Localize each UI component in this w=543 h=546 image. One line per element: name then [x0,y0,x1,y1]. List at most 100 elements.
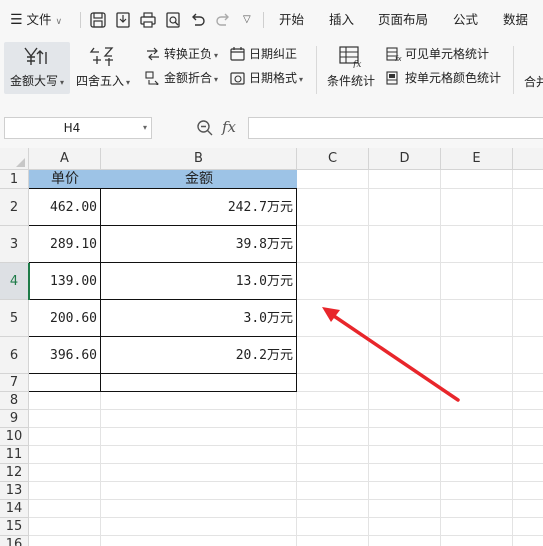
caret-down-icon: ▾ [214,51,219,60]
amount-fold-label: 金额折合 [164,71,213,85]
redo-icon[interactable] [214,11,232,29]
formula-bar: H4 ▾ fx [0,108,543,148]
row-header-5[interactable]: 5 [0,300,29,337]
cell-b2[interactable]: 242.7万元 [101,189,297,226]
row-header-1[interactable]: 1 [0,170,29,189]
cell-a1[interactable]: 单价 [29,170,101,189]
column-header-c[interactable]: C [297,148,369,170]
row-header-15[interactable]: 15 [0,518,29,536]
round-label: 四舍五入 [75,74,124,88]
table-border [296,188,297,392]
merge-button[interactable]: 合并 [524,72,543,92]
row-header-7[interactable]: 7 [0,374,29,392]
conditional-stats-button[interactable]: fx 条件统计 [324,42,378,94]
cell-a6[interactable]: 396.60 [29,337,101,374]
amount-uppercase-button[interactable]: 金额大写 ▾ [4,42,70,94]
date-format-label: 日期格式 [249,71,298,85]
cell-a3[interactable]: 289.10 [29,226,101,263]
cell-b4[interactable]: 13.0万元 [101,263,297,300]
round-icon [89,47,114,66]
row-header-8[interactable]: 8 [0,392,29,410]
table-border [29,373,297,374]
row-header-6[interactable]: 6 [0,337,29,374]
file-menu[interactable]: ☰ 文件 ∨ [10,0,62,40]
formula-input[interactable] [248,117,543,139]
select-all-corner[interactable] [0,148,29,170]
tab-data[interactable]: 数据 [503,0,528,40]
color-stats-icon [386,71,398,85]
amount-uppercase-icon [24,47,47,65]
quick-access-more-icon[interactable]: ▽ [243,0,251,40]
caret-down-icon: ▾ [60,78,65,87]
row-header-10[interactable]: 10 [0,428,29,446]
conditional-stats-icon: fx [339,46,361,68]
visible-cell-stats-button[interactable]: fx 可见单元格统计 [386,44,489,64]
calendar-clock-icon [230,72,245,85]
tab-formulas[interactable]: 公式 [453,0,478,40]
caret-down-icon: ▾ [126,78,131,87]
name-box-value: H4 [63,121,81,135]
svg-text:fx: fx [395,55,402,61]
table-border [100,188,101,392]
cell-a2[interactable]: 462.00 [29,189,101,226]
row-header-3[interactable]: 3 [0,226,29,263]
cell-b1[interactable]: 金额 [101,170,297,189]
name-box[interactable]: H4 ▾ [4,117,152,139]
save-icon[interactable] [89,11,107,29]
convert-sign-button[interactable]: 转换正负 ▾ [145,44,218,64]
hamburger-icon: ☰ [10,12,23,28]
date-format-button[interactable]: 日期格式 ▾ [230,68,303,88]
color-stats-button[interactable]: 按单元格颜色统计 [386,68,501,88]
row-header-11[interactable]: 11 [0,446,29,464]
visible-stats-icon: fx [386,47,402,63]
convert-sign-label: 转换正负 [164,47,213,61]
column-header-d[interactable]: D [369,148,441,170]
ribbon: 金额大写 ▾ 四舍五入 ▾ 转换正负 ▾ 日期纠正 金额折合 ▾ 日期格式 ▾ fx 条件… [0,40,543,108]
column-header-b[interactable]: B [101,148,297,170]
print-icon[interactable] [139,11,157,29]
table-border [29,336,297,337]
export-icon[interactable] [114,11,132,29]
column-header-e[interactable]: E [441,148,513,170]
undo-icon[interactable] [189,11,207,29]
cell-a5[interactable]: 200.60 [29,300,101,337]
row-header-2[interactable]: 2 [0,189,29,226]
row-header-4[interactable]: 4 [0,263,29,300]
chevron-down-icon[interactable]: ▾ [143,118,147,138]
table-border [29,188,297,189]
column-header-f[interactable] [513,148,543,170]
cell-b6[interactable]: 20.2万元 [101,337,297,374]
row-header-13[interactable]: 13 [0,482,29,500]
zoom-icon[interactable] [196,119,214,137]
tab-page-layout[interactable]: 页面布局 [378,0,428,40]
calendar-icon [230,47,245,61]
amount-uppercase-label: 金额大写 [9,74,58,88]
row-header-9[interactable]: 9 [0,410,29,428]
row-header-12[interactable]: 12 [0,464,29,482]
file-menu-label: 文件 [26,12,52,27]
tab-insert[interactable]: 插入 [329,0,354,40]
column-header-a[interactable]: A [29,148,101,170]
menu-bar: ☰ 文件 ∨ ▽ 开始 插入 页面布局 公式 数据 [0,0,543,40]
cell-a4[interactable]: 139.00 [29,263,101,300]
tab-home[interactable]: 开始 [279,0,304,40]
row-header-16[interactable]: 16 [0,536,29,546]
table-border [29,262,297,263]
conditional-stats-label: 条件统计 [326,74,375,88]
visible-cell-stats-label: 可见单元格统计 [405,47,490,61]
row-header-14[interactable]: 14 [0,500,29,518]
round-button[interactable]: 四舍五入 ▾ [74,42,132,94]
cell-b3[interactable]: 39.8万元 [101,226,297,263]
cell-b5[interactable]: 3.0万元 [101,300,297,337]
print-preview-icon[interactable] [164,11,182,29]
caret-down-icon: ▾ [214,75,219,84]
chevron-down-icon: ∨ [55,17,63,27]
svg-text:fx: fx [352,60,361,68]
table-border [29,225,297,226]
date-fix-button[interactable]: 日期纠正 [230,44,297,64]
date-fix-label: 日期纠正 [249,47,298,61]
convert-sign-icon [147,47,159,61]
active-row-indicator [28,263,30,300]
function-icon[interactable]: fx [222,118,236,136]
amount-fold-button[interactable]: 金额折合 ▾ [145,68,218,88]
